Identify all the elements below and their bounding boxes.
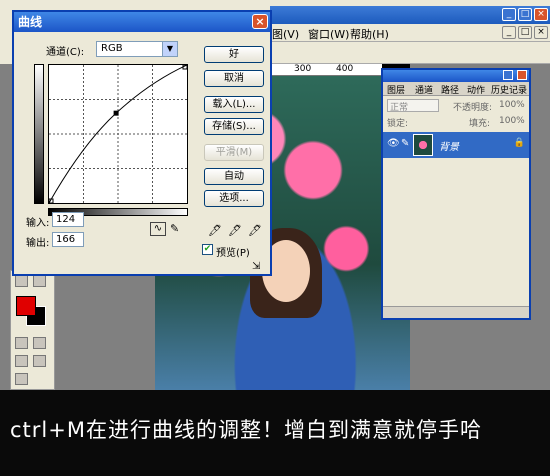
quickmask-standard-icon[interactable]	[15, 337, 28, 349]
layer-row-background[interactable]: 👁 ✎ 背景 🔒	[383, 132, 529, 158]
lasso-tool-icon[interactable]	[15, 275, 28, 287]
blend-mode-value: 正常	[390, 103, 409, 113]
ok-button[interactable]: 好	[204, 46, 264, 63]
white-eyedropper-icon[interactable]: 🖊	[248, 224, 262, 238]
smooth-button: 平滑(M)	[204, 144, 264, 161]
input-label: 输入:	[26, 218, 50, 229]
opacity-label: 不透明度:	[453, 103, 493, 113]
curves-titlebar: 曲线 ×	[14, 12, 270, 32]
panel-minimize-icon[interactable]	[503, 70, 513, 80]
channel-label: 通道(C):	[46, 47, 85, 58]
fill-value[interactable]: 100%	[499, 116, 525, 126]
curves-dialog: 曲线 × 通道(C): RGB ▼ 输入: 124 输出: 166 ∿ ✎ 好 …	[12, 10, 272, 276]
doc-restore-icon[interactable]: □	[518, 26, 532, 39]
output-label: 输出:	[26, 238, 50, 249]
preview-label: 预览(P)	[216, 248, 250, 259]
doc-minimize-icon[interactable]: _	[502, 26, 516, 39]
layers-footer-toolbar	[383, 306, 529, 318]
photoshop-titlebar: _ □ ×	[270, 6, 550, 24]
caption-strip: ctrl+M在进行曲线的调整！增白到满意就停手哈	[0, 390, 550, 476]
lock-label: 锁定:	[387, 119, 409, 129]
menu-help[interactable]: 帮助(H)	[350, 26, 389, 42]
tab-paths[interactable]: 路径	[441, 83, 459, 96]
save-button[interactable]: 存储(S)...	[204, 118, 264, 135]
menu-bar: 图(V) 窗口(W) 帮助(H) _ □ ×	[270, 24, 550, 42]
menu-view[interactable]: 图(V)	[272, 26, 299, 42]
curve-graph[interactable]	[48, 64, 188, 204]
menu-window[interactable]: 窗口(W)	[308, 26, 349, 42]
jump-to-imageready-icon[interactable]	[15, 373, 28, 385]
channel-value: RGB	[101, 43, 123, 54]
layers-panel: 图层 通道 路径 动作 历史记录 正常 不透明度: 100% 锁定: 填充: 1…	[381, 68, 531, 320]
resize-grip-icon[interactable]: ⇲	[252, 261, 260, 272]
opacity-value[interactable]: 100%	[499, 100, 525, 110]
options-bar	[270, 42, 550, 64]
chevron-down-icon[interactable]: ▼	[162, 42, 177, 56]
input-field[interactable]: 124	[52, 212, 84, 227]
options-button[interactable]: 选项...	[204, 190, 264, 207]
panel-tabs: 图层 通道 路径 动作 历史记录	[383, 82, 529, 96]
tab-actions[interactable]: 动作	[467, 83, 485, 96]
tab-history[interactable]: 历史记录	[491, 83, 527, 96]
cancel-button[interactable]: 取消	[204, 70, 264, 87]
curve-draw-mode-icon[interactable]: ∿	[150, 222, 166, 236]
blend-mode-select[interactable]: 正常	[387, 99, 439, 113]
pencil-icon[interactable]: ✎	[170, 222, 179, 235]
layer-thumbnail	[413, 134, 433, 156]
photoshop-window: _ □ × 图(V) 窗口(W) 帮助(H) _ □ × 300 400 曲线 …	[0, 0, 550, 390]
caption-text: ctrl+M在进行曲线的调整！增白到满意就停手哈	[10, 418, 482, 442]
screen-mode-full-icon[interactable]	[33, 355, 46, 367]
ruler-tick-400: 400	[336, 64, 354, 74]
brush-icon: ✎	[401, 138, 410, 149]
maximize-button[interactable]: □	[518, 8, 532, 21]
doc-close-icon[interactable]: ×	[534, 26, 548, 39]
curve-svg[interactable]	[48, 64, 188, 204]
quickmask-mode-icon[interactable]	[33, 337, 46, 349]
horizontal-ruler: 300 400	[270, 64, 382, 76]
curves-close-button[interactable]: ×	[252, 14, 268, 29]
foreground-color-swatch[interactable]	[16, 296, 36, 316]
minimize-button[interactable]: _	[502, 8, 516, 21]
tab-layers[interactable]: 图层	[387, 83, 405, 96]
fill-label: 填充:	[469, 119, 491, 129]
tab-channels[interactable]: 通道	[415, 83, 433, 96]
toolbox	[10, 270, 55, 390]
black-eyedropper-icon[interactable]: 🖊	[208, 224, 222, 238]
lock-icon: 🔒	[513, 138, 525, 148]
output-gradient-bar	[34, 64, 44, 204]
ruler-tick-300: 300	[294, 64, 312, 74]
gray-eyedropper-icon[interactable]: 🖊	[228, 224, 242, 238]
load-button[interactable]: 载入(L)...	[204, 96, 264, 113]
curve-control-point	[113, 110, 119, 116]
screen-mode-standard-icon[interactable]	[15, 355, 28, 367]
auto-button[interactable]: 自动	[204, 168, 264, 185]
wand-tool-icon[interactable]	[33, 275, 46, 287]
panel-close-icon[interactable]	[517, 70, 527, 80]
layers-panel-titlebar	[383, 70, 529, 82]
preview-checkbox[interactable]: ✔	[202, 244, 213, 255]
output-field[interactable]: 166	[52, 232, 84, 247]
channel-select[interactable]: RGB ▼	[96, 41, 178, 57]
close-button[interactable]: ×	[534, 8, 548, 21]
layer-name[interactable]: 背景	[439, 138, 459, 153]
curves-title: 曲线	[18, 15, 43, 29]
eye-icon[interactable]: 👁	[387, 138, 400, 149]
